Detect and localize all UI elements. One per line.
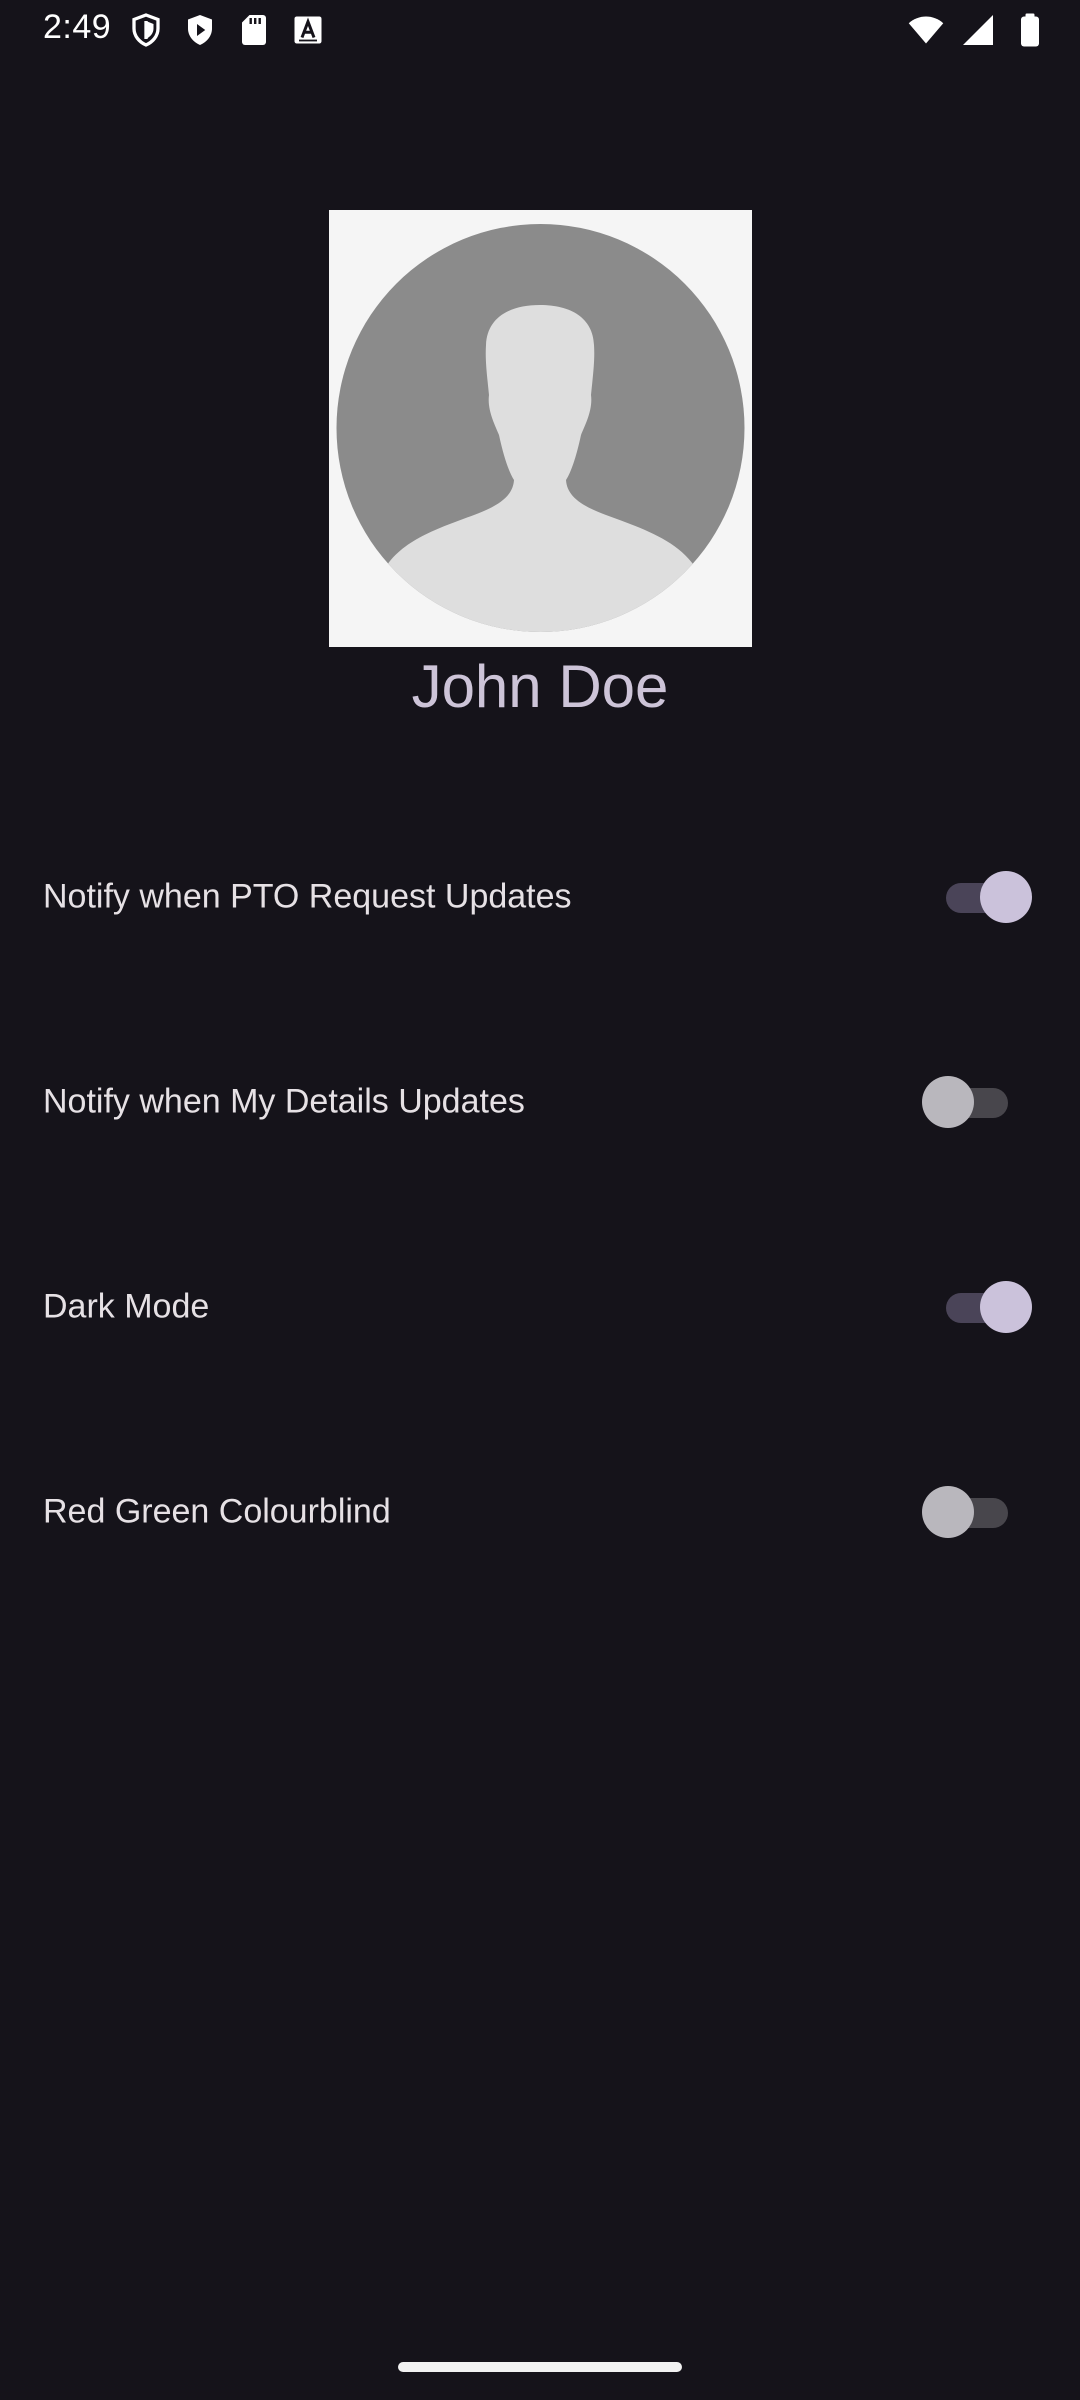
setting-row-details-updates[interactable]: Notify when My Details Updates: [0, 1042, 1080, 1162]
sd-card-icon: [236, 12, 272, 48]
shield-icon: [128, 12, 164, 48]
play-protect-icon: [182, 12, 218, 48]
switch-thumb: [922, 1076, 974, 1128]
details-updates-toggle[interactable]: [922, 1074, 1032, 1130]
switch-thumb: [980, 1281, 1032, 1333]
setting-label: Notify when My Details Updates: [43, 1082, 525, 1121]
keyboard-a-icon: [290, 12, 326, 48]
battery-icon: [1012, 12, 1048, 48]
setting-label: Notify when PTO Request Updates: [43, 877, 572, 916]
profile-avatar[interactable]: [329, 210, 752, 647]
home-gesture-bar[interactable]: [398, 2362, 682, 2372]
setting-label: Dark Mode: [43, 1287, 210, 1326]
colourblind-toggle[interactable]: [922, 1484, 1032, 1540]
setting-row-pto-updates[interactable]: Notify when PTO Request Updates: [0, 837, 1080, 957]
profile-name: John Doe: [411, 653, 669, 720]
dark-mode-toggle[interactable]: [940, 1279, 1050, 1335]
status-bar: 2:49: [0, 0, 1080, 62]
status-notification-icons: [128, 12, 326, 48]
switch-thumb: [922, 1486, 974, 1538]
setting-label: Red Green Colourblind: [43, 1492, 391, 1531]
setting-row-dark-mode[interactable]: Dark Mode: [0, 1247, 1080, 1367]
setting-row-colourblind[interactable]: Red Green Colourblind: [0, 1452, 1080, 1572]
avatar-placeholder-icon: [336, 224, 745, 632]
wifi-icon: [908, 12, 944, 48]
cell-signal-icon: [960, 12, 996, 48]
switch-thumb: [980, 871, 1032, 923]
pto-updates-toggle[interactable]: [940, 869, 1050, 925]
status-system-icons: [908, 12, 1048, 48]
status-time: 2:49: [43, 8, 112, 46]
